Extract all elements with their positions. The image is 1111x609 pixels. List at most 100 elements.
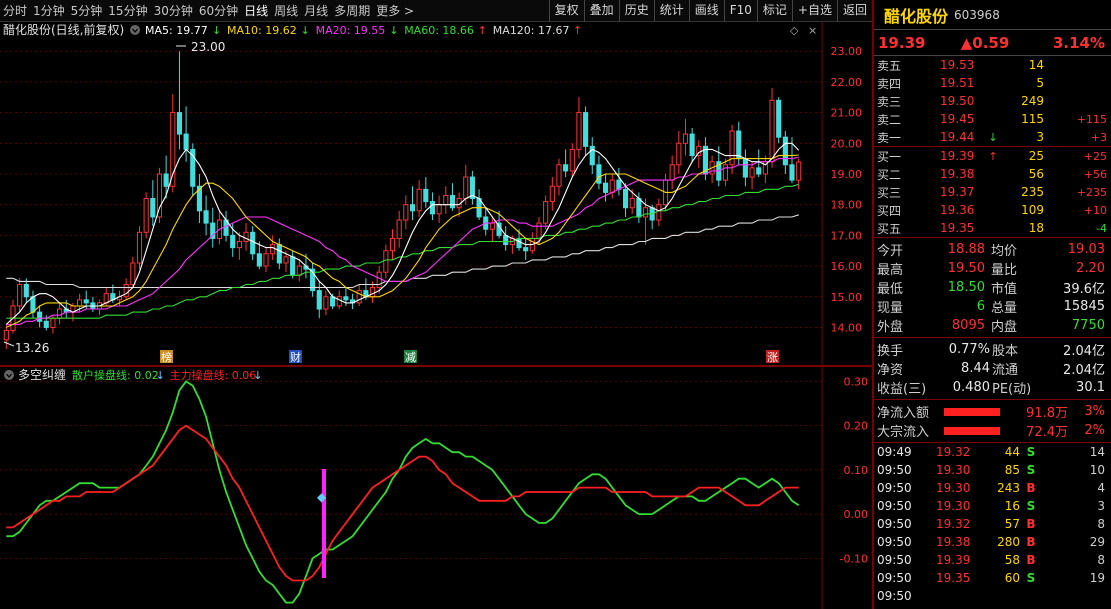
order-level-label: 卖二 (877, 112, 902, 127)
indicator-tick-label: -0.10 (840, 552, 868, 565)
period-tabs: 分时 1分钟 5分钟 15分钟 30分钟 60分钟 日线 周线 月线 多周期 更多 > (0, 0, 417, 22)
candle-body (676, 142, 682, 166)
quote-panel: 醋化股份 603968 19.39 ▲0.59 3.14% 卖五 19.53 14 卖… (872, 0, 1111, 609)
order-price: 19.51 (940, 76, 975, 90)
period-tab[interactable]: 1分钟 (30, 0, 68, 22)
trade-time: 09:50 (877, 481, 912, 495)
sub-dropdown-icon[interactable] (4, 370, 14, 380)
period-tab[interactable]: 60分钟 (196, 0, 241, 22)
candle-body (596, 164, 602, 184)
high-price-label: 23.00 (191, 40, 225, 54)
candle-body (682, 133, 689, 144)
tick-trade-row: 09:49 19.32 44 S 14 (874, 443, 1111, 461)
order-book-row[interactable]: 卖二 19.45 115 +115 (874, 110, 1111, 128)
order-book-row[interactable]: 买四 19.36 109 +10 (874, 201, 1111, 219)
order-book-row[interactable]: 买一 19.39 ↑ 25 +25 (874, 147, 1111, 165)
toolbar-button[interactable]: 统计 (653, 0, 689, 22)
ma-legend-item: MA60: 18.66 (404, 24, 474, 37)
candle-body (396, 219, 402, 239)
trade-time: 09:50 (877, 589, 912, 603)
order-book-row[interactable]: 买五 19.35 18 -4 (874, 219, 1111, 237)
trade-count: 29 (1089, 535, 1105, 549)
candle-body (316, 290, 322, 310)
price-tick-label: 19.00 (831, 168, 863, 181)
candle-body (769, 99, 775, 163)
candle-body (782, 136, 788, 166)
order-level-label: 买三 (877, 185, 902, 200)
order-level-label: 卖一 (877, 130, 902, 145)
toolbar-button[interactable]: 历史 (618, 0, 654, 22)
candle-body (789, 164, 795, 181)
fund-flow-label: 净流入额 (877, 406, 930, 421)
fund-flow-value: 72.4万 (1026, 425, 1068, 440)
order-volume: 18 (1028, 221, 1044, 235)
trade-count: 4 (1097, 481, 1105, 495)
quote-value: 18.50 (947, 280, 985, 295)
order-price: 19.53 (940, 58, 975, 72)
toolbar-button[interactable]: 叠加 (583, 0, 619, 22)
candlestick-chart (3, 51, 802, 349)
event-marker-label: 减 (405, 351, 416, 364)
period-tab[interactable]: 日线 (241, 0, 271, 22)
low-pointer-icon (3, 341, 15, 347)
settings-icon[interactable]: ◇ (790, 24, 799, 37)
quote-value: 8095 (951, 318, 985, 333)
order-book-row[interactable]: 卖五 19.53 14 (874, 56, 1111, 74)
order-book-row[interactable]: 买三 19.37 235 +235 (874, 183, 1111, 201)
period-tab[interactable]: 30分钟 (151, 0, 196, 22)
ma-legend-item: MA20: 19.55 (316, 24, 386, 37)
order-delta: +3 (1090, 130, 1107, 144)
signal-diamond-icon: ◆ (317, 490, 327, 504)
tick-trade-row: 09:50 19.32 57 B 8 (874, 515, 1111, 533)
period-tab[interactable]: 多周期 (331, 0, 373, 22)
toolbar-button[interactable]: 返回 (836, 0, 872, 22)
trade-count: 19 (1089, 571, 1105, 585)
quote-row: 外盘 8095 内盘 7750 (874, 316, 1111, 335)
trade-side: S (1026, 463, 1036, 477)
close-icon[interactable]: × (808, 24, 817, 37)
fundamental-label: 股本 (992, 344, 1019, 359)
order-level-label: 买四 (877, 203, 902, 218)
trade-count: 3 (1097, 499, 1105, 513)
candle-body (536, 222, 542, 239)
candle-body (749, 167, 755, 178)
candle-body (549, 185, 555, 203)
candle-body (383, 250, 389, 273)
trade-side: S (1026, 571, 1036, 585)
ma-trend-arrow: ↓ (212, 24, 221, 37)
trade-volume: 58 (1004, 553, 1020, 567)
order-level-label: 买二 (877, 167, 902, 182)
order-price: 19.45 (940, 112, 975, 126)
candle-body (136, 231, 143, 264)
dropdown-icon[interactable] (130, 25, 140, 35)
order-book-row[interactable]: 买二 19.38 56 +56 (874, 165, 1111, 183)
period-tab[interactable]: 周线 (271, 0, 301, 22)
period-tab[interactable]: 更多 > (373, 0, 417, 22)
order-book-row[interactable]: 卖三 19.50 249 (874, 92, 1111, 110)
toolbar-button[interactable]: F10 (723, 0, 757, 22)
candle-body (243, 231, 249, 243)
period-tab[interactable]: 月线 (301, 0, 331, 22)
quote-label: 均价 (991, 244, 1018, 259)
indicator-axis: -0.10 0.00 0.10 0.20 0.30 (840, 375, 868, 565)
order-price: 19.36 (940, 203, 975, 217)
fundamental-row: 收益(三) 0.480 PE(动) 30.1 (874, 378, 1111, 397)
candle-body (609, 179, 615, 193)
period-tab[interactable]: 分时 (0, 0, 30, 22)
toolbar-button[interactable]: 标记 (756, 0, 792, 22)
candle-body (583, 112, 589, 147)
indicator-line (6, 380, 800, 604)
period-tab[interactable]: 5分钟 (68, 0, 106, 22)
order-volume: 5 (1036, 76, 1044, 90)
candle-body (23, 283, 29, 298)
candle-body (756, 167, 762, 175)
buy-order-book: 买一 19.39 ↑ 25 +25 买二 19.38 56 +56 买三 19.37 235 +235 买… (874, 147, 1111, 238)
candle-body (290, 256, 296, 276)
period-tab[interactable]: 15分钟 (105, 0, 150, 22)
order-book-row[interactable]: 卖四 19.51 5 (874, 74, 1111, 92)
order-book-row[interactable]: 卖一 19.44 ↓ 3 +3 (874, 128, 1111, 146)
toolbar-button[interactable]: +自选 (791, 0, 837, 22)
toolbar-button[interactable]: 复权 (548, 0, 584, 22)
toolbar-button[interactable]: 画线 (688, 0, 724, 22)
indicator-trend-arrow: ↓ (253, 369, 262, 382)
